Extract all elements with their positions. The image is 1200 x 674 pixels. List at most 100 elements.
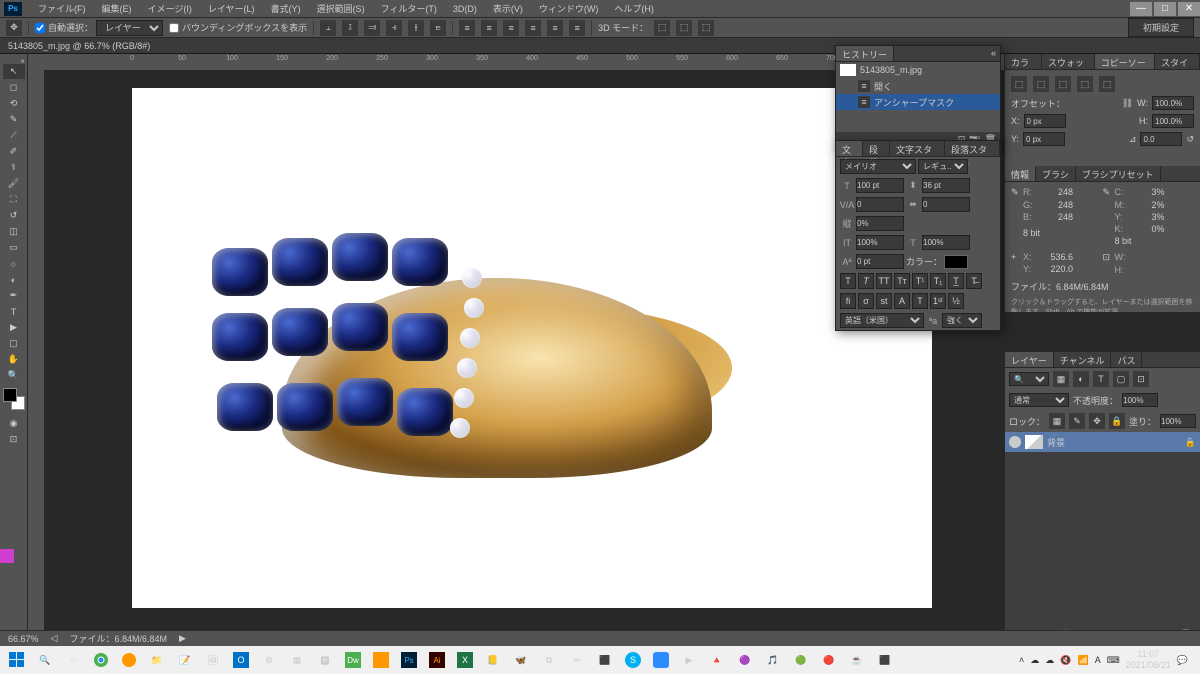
filter-shape-icon[interactable]: ▢ bbox=[1113, 371, 1129, 387]
menu-filter[interactable]: フィルター(T) bbox=[373, 0, 445, 17]
history-brush-tool[interactable]: ↺ bbox=[3, 208, 25, 223]
reset-icon[interactable]: ↺ bbox=[1186, 134, 1194, 145]
distribute-icon[interactable]: ≡ bbox=[547, 20, 563, 36]
close-icon[interactable]: « bbox=[987, 46, 1000, 61]
opentype-btn[interactable]: σ bbox=[858, 293, 874, 309]
font-family[interactable]: メイリオ bbox=[840, 159, 916, 174]
lock-brush-icon[interactable]: ✎ bbox=[1069, 413, 1085, 429]
auto-select-option[interactable]: 自動選択： レイヤー bbox=[35, 20, 163, 36]
zoom-tool[interactable]: 🔍 bbox=[3, 368, 25, 383]
tab-history[interactable]: ヒストリー bbox=[836, 46, 894, 61]
marquee-tool[interactable]: ◻ bbox=[3, 80, 25, 95]
tab-brush[interactable]: ブラシ bbox=[1036, 166, 1076, 181]
dodge-tool[interactable]: ◐ bbox=[3, 272, 25, 287]
app-icon[interactable]: 🦋 bbox=[508, 649, 534, 671]
tab-brush-preset[interactable]: ブラシプリセット bbox=[1076, 166, 1161, 181]
chevron-right-icon[interactable]: ▶ bbox=[179, 633, 186, 644]
menu-3d[interactable]: 3D(D) bbox=[445, 2, 485, 16]
opentype-btn[interactable]: A bbox=[894, 293, 910, 309]
hscale[interactable] bbox=[856, 235, 904, 250]
opentype-btn[interactable]: 1ˢᵗ bbox=[930, 293, 946, 309]
auto-select-checkbox[interactable] bbox=[35, 23, 45, 33]
excel-icon[interactable]: X bbox=[452, 649, 478, 671]
tray-ime-icon[interactable]: A bbox=[1095, 655, 1101, 665]
blur-tool[interactable]: ○ bbox=[3, 256, 25, 271]
bold-btn[interactable]: T bbox=[840, 273, 856, 289]
app-icon[interactable]: ☕ bbox=[844, 649, 870, 671]
photos-icon[interactable]: 🖼 bbox=[200, 649, 226, 671]
visibility-icon[interactable] bbox=[1009, 436, 1021, 448]
menu-window[interactable]: ウィンドウ(W) bbox=[531, 0, 607, 17]
zoom-icon[interactable] bbox=[648, 649, 674, 671]
document-tab[interactable]: 5143805_m.jpg @ 66.7% (RGB/8#) bbox=[0, 38, 1200, 54]
lasso-tool[interactable]: ⟲ bbox=[3, 96, 25, 111]
app-icon[interactable]: 🅿 bbox=[312, 649, 338, 671]
text-language[interactable]: 英語（米国） bbox=[840, 313, 924, 328]
align-left-icon[interactable]: ⫣ bbox=[386, 20, 402, 36]
pen-tool[interactable]: ✒ bbox=[3, 288, 25, 303]
path-select-tool[interactable]: ▶ bbox=[3, 320, 25, 335]
link-icon[interactable]: ⛓ bbox=[1122, 98, 1133, 109]
window-minimize[interactable]: — bbox=[1130, 2, 1152, 16]
sublime-icon[interactable] bbox=[368, 649, 394, 671]
media-icon[interactable]: ▶ bbox=[676, 649, 702, 671]
tab-para-style[interactable]: 段落スタイル bbox=[945, 141, 1000, 156]
blend-mode[interactable]: 通常 bbox=[1009, 393, 1069, 407]
layer-kind-filter[interactable]: 🔍 bbox=[1009, 372, 1049, 386]
align-hcenter-icon[interactable]: ⫲ bbox=[408, 20, 424, 36]
opentype-btn[interactable]: ½ bbox=[948, 293, 964, 309]
menu-select[interactable]: 選択範囲(S) bbox=[309, 0, 373, 17]
tray-cloud-icon[interactable]: ☁ bbox=[1030, 655, 1039, 666]
tab-character[interactable]: 文字 bbox=[836, 141, 863, 156]
distribute-icon[interactable]: ≡ bbox=[481, 20, 497, 36]
eraser-tool[interactable]: ◫ bbox=[3, 224, 25, 239]
app-icon[interactable]: ✏ bbox=[564, 649, 590, 671]
filter-smart-icon[interactable]: ⊡ bbox=[1133, 371, 1149, 387]
hand-tool[interactable]: ✋ bbox=[3, 352, 25, 367]
y-input[interactable] bbox=[1023, 132, 1065, 146]
obs-icon[interactable]: ⬛ bbox=[592, 649, 618, 671]
clock[interactable]: 11:07 2021/08/21 bbox=[1126, 649, 1171, 671]
window-close[interactable]: ✕ bbox=[1178, 2, 1200, 16]
zoom-slider-icon[interactable]: ◁ bbox=[51, 633, 58, 644]
crop-tool[interactable]: ⟋ bbox=[3, 128, 25, 143]
auto-select-target[interactable]: レイヤー bbox=[96, 20, 163, 36]
app-icon[interactable]: 🟣 bbox=[732, 649, 758, 671]
mode3d-icon[interactable]: ⬚ bbox=[698, 20, 714, 36]
align-right-icon[interactable]: ⫢ bbox=[430, 20, 446, 36]
kerning[interactable] bbox=[856, 197, 904, 212]
vscale[interactable] bbox=[856, 216, 904, 231]
mode3d-icon[interactable]: ⬚ bbox=[654, 20, 670, 36]
x-input[interactable] bbox=[1024, 114, 1066, 128]
history-snapshot[interactable]: 5143805_m.jpg bbox=[836, 62, 1000, 78]
lock-pixels-icon[interactable]: ▦ bbox=[1049, 413, 1065, 429]
baseline[interactable] bbox=[856, 254, 904, 269]
app-icon[interactable]: ▦ bbox=[284, 649, 310, 671]
workspace-preset[interactable]: 初期設定 bbox=[1128, 18, 1194, 37]
filter-adjust-icon[interactable]: ◐ bbox=[1073, 371, 1089, 387]
left-dock-collapsed[interactable] bbox=[0, 549, 14, 563]
fill-input[interactable] bbox=[1160, 414, 1196, 428]
lock-position-icon[interactable]: ✥ bbox=[1089, 413, 1105, 429]
tab-paths[interactable]: パス bbox=[1111, 352, 1142, 367]
source-icon[interactable]: ⬚ bbox=[1055, 76, 1071, 92]
tab-info[interactable]: 情報 bbox=[1005, 166, 1036, 181]
outlook-icon[interactable]: O bbox=[228, 649, 254, 671]
filter-type-icon[interactable]: T bbox=[1093, 371, 1109, 387]
color-swatches[interactable] bbox=[3, 388, 25, 410]
zoom-display[interactable]: 66.67% bbox=[8, 634, 39, 644]
opentype-btn[interactable]: fi bbox=[840, 293, 856, 309]
opacity-input[interactable] bbox=[1122, 393, 1158, 407]
bounding-box-checkbox[interactable] bbox=[169, 23, 179, 33]
subscript-btn[interactable]: T₁ bbox=[930, 273, 946, 289]
cortana-icon[interactable]: ○ bbox=[60, 649, 86, 671]
photoshop-icon[interactable]: Ps bbox=[396, 649, 422, 671]
hscale2[interactable] bbox=[922, 235, 970, 250]
distribute-icon[interactable]: ≡ bbox=[525, 20, 541, 36]
menu-view[interactable]: 表示(V) bbox=[485, 0, 531, 17]
source-icon[interactable]: ⬚ bbox=[1099, 76, 1115, 92]
lock-all-icon[interactable]: 🔒 bbox=[1109, 413, 1125, 429]
gradient-tool[interactable]: ▭ bbox=[3, 240, 25, 255]
distribute-icon[interactable]: ≡ bbox=[503, 20, 519, 36]
record-icon[interactable]: 🔴 bbox=[816, 649, 842, 671]
